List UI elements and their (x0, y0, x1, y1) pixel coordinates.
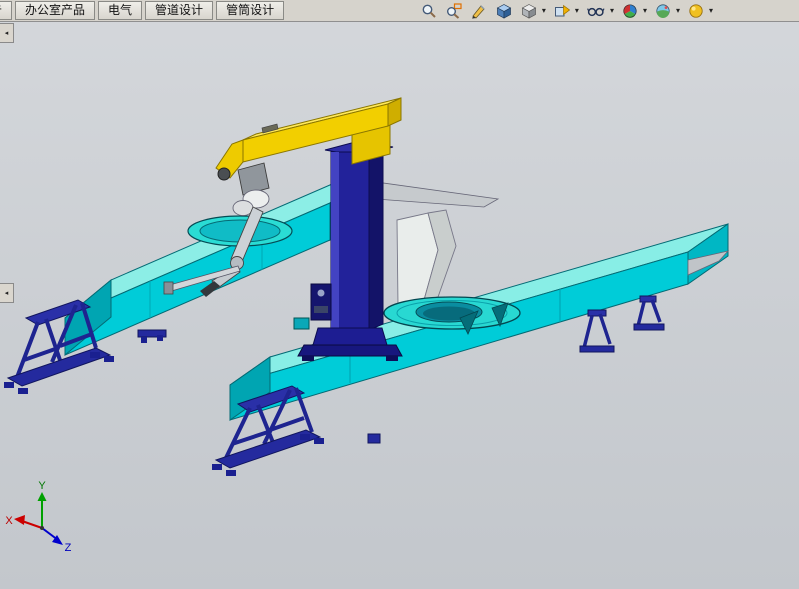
panel-expander-top[interactable]: ◂ (0, 23, 14, 43)
viewport-3d[interactable]: Y X Z (0, 21, 799, 589)
command-tab-bar: 告 办公室产品 电气 管道设计 管筒设计 ▾ ▾ (0, 0, 799, 22)
tab-piping-design[interactable]: 管道设计 (145, 1, 213, 20)
cad-window: 告 办公室产品 电气 管道设计 管筒设计 ▾ ▾ (0, 0, 799, 589)
tab-office-products[interactable]: 办公室产品 (15, 1, 95, 20)
triad-z-label: Z (65, 542, 72, 554)
workpiece-beam-left[interactable] (65, 165, 376, 355)
tab-electrical[interactable]: 电气 (98, 1, 142, 20)
triad-y-label: Y (38, 480, 46, 492)
section-view-icon[interactable] (470, 2, 488, 19)
hide-show-items-icon[interactable] (553, 2, 571, 19)
support-bracket-left-mid[interactable] (138, 330, 166, 343)
apply-scene-icon[interactable] (654, 2, 672, 19)
support-bracket-right-1[interactable] (580, 310, 614, 352)
zoom-to-area-icon[interactable] (445, 2, 463, 19)
panel-expander-middle[interactable]: ◂ (0, 283, 14, 303)
view-toolbar: ▾ ▾ ▾ ▾ ▾ ▾ (420, 2, 799, 19)
tab-tube-design[interactable]: 管筒设计 (216, 1, 284, 20)
zoom-to-fit-icon[interactable] (420, 2, 438, 19)
view-settings-dropdown-icon[interactable]: ▾ (610, 2, 614, 19)
view-orientation-icon[interactable] (495, 2, 513, 19)
render-tools-icon[interactable] (687, 2, 705, 19)
view-settings-glasses-icon[interactable] (586, 2, 606, 19)
display-style-icon[interactable] (520, 2, 538, 19)
orientation-triad: Y X Z (5, 480, 71, 554)
edit-appearance-dropdown-icon[interactable]: ▾ (643, 2, 647, 19)
render-tools-dropdown-icon[interactable]: ▾ (709, 2, 713, 19)
triad-x-label: X (5, 515, 13, 527)
tab-partial[interactable]: 告 (0, 1, 12, 20)
hide-show-dropdown-icon[interactable]: ▾ (575, 2, 579, 19)
fixture-wedge[interactable] (397, 210, 456, 305)
display-style-dropdown-icon[interactable]: ▾ (542, 2, 546, 19)
support-bracket-right-2[interactable] (634, 296, 664, 330)
apply-scene-dropdown-icon[interactable]: ▾ (676, 2, 680, 19)
edit-appearance-icon[interactable] (621, 2, 639, 19)
gray-plate-left[interactable] (376, 182, 498, 207)
